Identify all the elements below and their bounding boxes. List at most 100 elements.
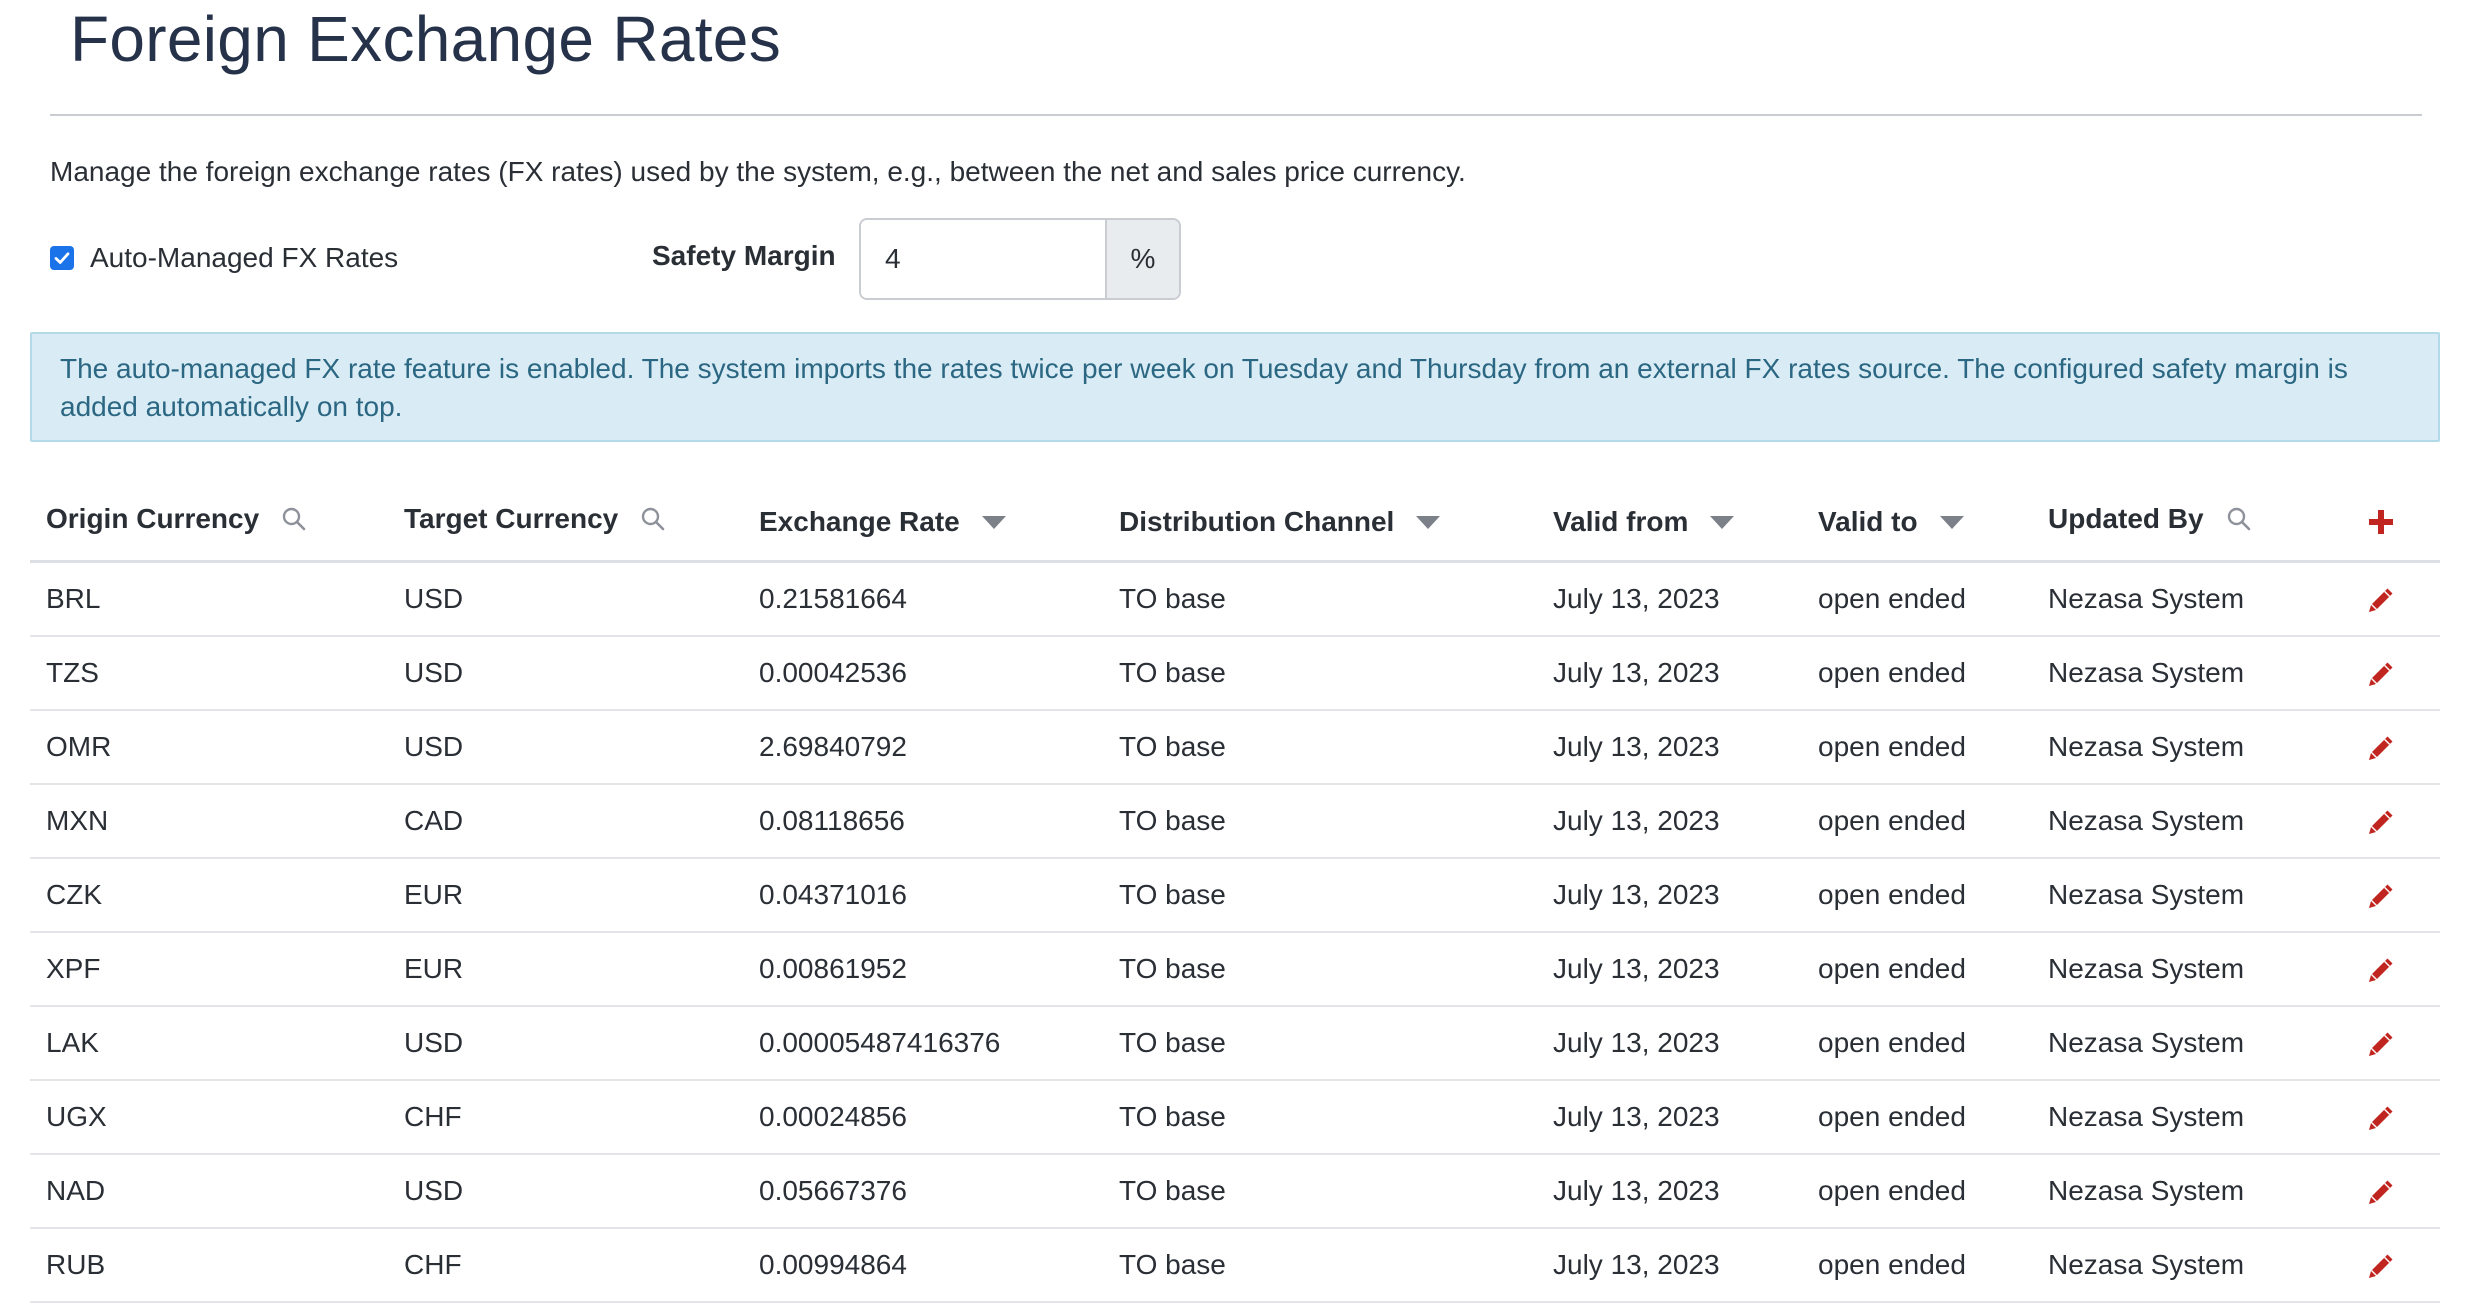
updated-by-value: Nezasa System — [2048, 1101, 2245, 1132]
search-icon[interactable] — [2226, 506, 2252, 532]
auto-managed-toggle[interactable]: Auto-Managed FX Rates — [50, 238, 398, 278]
exchange-rate-cell: 0.00024856 — [743, 1080, 1103, 1155]
valid-from-value: July 13, 2023 — [1553, 731, 1720, 762]
column-origin-currency[interactable]: Origin Currency — [30, 478, 388, 563]
valid-from-cell: July 13, 2023 — [1537, 858, 1802, 933]
channel-value: TO base — [1119, 583, 1226, 614]
valid-to-value: open ended — [1818, 731, 1966, 762]
search-icon[interactable] — [640, 506, 666, 532]
pencil-icon[interactable] — [2366, 733, 2396, 763]
edit-cell — [2322, 636, 2440, 711]
target-currency-cell: USD — [388, 710, 743, 785]
pencil-icon[interactable] — [2366, 1251, 2396, 1281]
updated-by-value: Nezasa System — [2048, 1249, 2245, 1280]
column-distribution-channel[interactable]: Distribution Channel — [1103, 478, 1537, 563]
valid-from-value: July 13, 2023 — [1553, 805, 1720, 836]
origin-value: NAD — [46, 1175, 106, 1206]
valid-from-cell: July 13, 2023 — [1537, 1080, 1802, 1155]
column-valid-to[interactable]: Valid to — [1802, 478, 2032, 563]
safety-margin-input[interactable] — [861, 220, 1105, 298]
sort-caret-icon[interactable] — [1710, 515, 1735, 529]
table-row: BRL USD 0.21581664 TO base July 13, 2023… — [30, 561, 2440, 637]
origin-currency-cell: RUB — [30, 1228, 388, 1303]
pencil-icon[interactable] — [2366, 807, 2396, 837]
updated-by-value: Nezasa System — [2048, 583, 2245, 614]
plus-icon[interactable] — [2367, 508, 2395, 536]
valid-to-value: open ended — [1818, 1175, 1966, 1206]
column-valid-from[interactable]: Valid from — [1537, 478, 1802, 563]
channel-value: TO base — [1119, 1027, 1226, 1058]
origin-value: TZS — [46, 657, 99, 688]
page-description: Manage the foreign exchange rates (FX ra… — [50, 156, 1466, 187]
target-value: CHF — [404, 1101, 462, 1132]
valid-to-cell: open ended — [1802, 1006, 2032, 1081]
pencil-icon[interactable] — [2366, 659, 2396, 689]
sort-caret-icon[interactable] — [981, 515, 1006, 529]
search-icon[interactable] — [281, 506, 307, 532]
valid-to-cell: open ended — [1802, 932, 2032, 1007]
valid-from-cell: July 13, 2023 — [1537, 1154, 1802, 1229]
target-value: CHF — [404, 1249, 462, 1280]
exchange-rate-cell: 0.00042536 — [743, 636, 1103, 711]
valid-to-cell: open ended — [1802, 1080, 2032, 1155]
column-updated-by[interactable]: Updated By — [2032, 478, 2322, 563]
valid-to-cell: open ended — [1802, 710, 2032, 785]
info-alert: The auto-managed FX rate feature is enab… — [30, 332, 2440, 442]
table-row: OMR USD 2.69840792 TO base July 13, 2023… — [30, 710, 2440, 785]
pencil-icon[interactable] — [2366, 955, 2396, 985]
updated-by-value: Nezasa System — [2048, 657, 2245, 688]
auto-managed-checkbox[interactable] — [50, 246, 74, 270]
sort-caret-icon[interactable] — [1416, 515, 1441, 529]
pencil-icon[interactable] — [2366, 1177, 2396, 1207]
rate-value: 0.00005487416376 — [759, 1027, 1001, 1058]
edit-cell — [2322, 932, 2440, 1007]
updated-by-value: Nezasa System — [2048, 731, 2245, 762]
table-header-row: Origin Currency Target Currency Exchange… — [30, 478, 2440, 563]
updated-by-cell: Nezasa System — [2032, 784, 2322, 859]
valid-to-cell: open ended — [1802, 858, 2032, 933]
safety-margin-group: % — [859, 218, 1181, 300]
column-exchange-rate[interactable]: Exchange Rate — [743, 478, 1103, 563]
exchange-rate-cell: 0.05667376 — [743, 1154, 1103, 1229]
channel-value: TO base — [1119, 1101, 1226, 1132]
pencil-icon[interactable] — [2366, 1029, 2396, 1059]
valid-from-value: July 13, 2023 — [1553, 1249, 1720, 1280]
origin-value: MXN — [46, 805, 109, 836]
column-label: Target Currency — [404, 503, 619, 534]
edit-cell — [2322, 1080, 2440, 1155]
page-title: Foreign Exchange Rates — [70, 3, 782, 75]
valid-to-value: open ended — [1818, 1249, 1966, 1280]
exchange-rate-cell: 0.00994864 — [743, 1228, 1103, 1303]
origin-currency-cell: XPF — [30, 932, 388, 1007]
checkmark-icon — [54, 252, 70, 264]
updated-by-value: Nezasa System — [2048, 953, 2245, 984]
column-label: Updated By — [2048, 503, 2204, 534]
distribution-channel-cell: TO base — [1103, 561, 1537, 637]
valid-to-cell: open ended — [1802, 784, 2032, 859]
target-value: USD — [404, 1175, 464, 1206]
exchange-rate-cell: 0.08118656 — [743, 784, 1103, 859]
origin-currency-cell: NAD — [30, 1154, 388, 1229]
distribution-channel-cell: TO base — [1103, 710, 1537, 785]
column-target-currency[interactable]: Target Currency — [388, 478, 743, 563]
rate-value: 0.08118656 — [759, 805, 905, 836]
pencil-icon[interactable] — [2366, 1103, 2396, 1133]
valid-from-value: July 13, 2023 — [1553, 583, 1720, 614]
target-value: USD — [404, 583, 464, 614]
sort-caret-icon[interactable] — [1939, 515, 1964, 529]
edit-cell — [2322, 1006, 2440, 1081]
pencil-icon[interactable] — [2366, 585, 2396, 615]
valid-from-cell: July 13, 2023 — [1537, 932, 1802, 1007]
updated-by-cell: Nezasa System — [2032, 710, 2322, 785]
valid-from-cell: July 13, 2023 — [1537, 710, 1802, 785]
pencil-icon[interactable] — [2366, 881, 2396, 911]
valid-from-value: July 13, 2023 — [1553, 657, 1720, 688]
distribution-channel-cell: TO base — [1103, 1154, 1537, 1229]
column-label: Exchange Rate — [759, 506, 960, 537]
distribution-channel-cell: TO base — [1103, 1006, 1537, 1081]
valid-from-value: July 13, 2023 — [1553, 1101, 1720, 1132]
origin-value: LAK — [46, 1027, 99, 1058]
updated-by-cell: Nezasa System — [2032, 858, 2322, 933]
origin-value: RUB — [46, 1249, 106, 1280]
rate-value: 0.04371016 — [759, 879, 907, 910]
